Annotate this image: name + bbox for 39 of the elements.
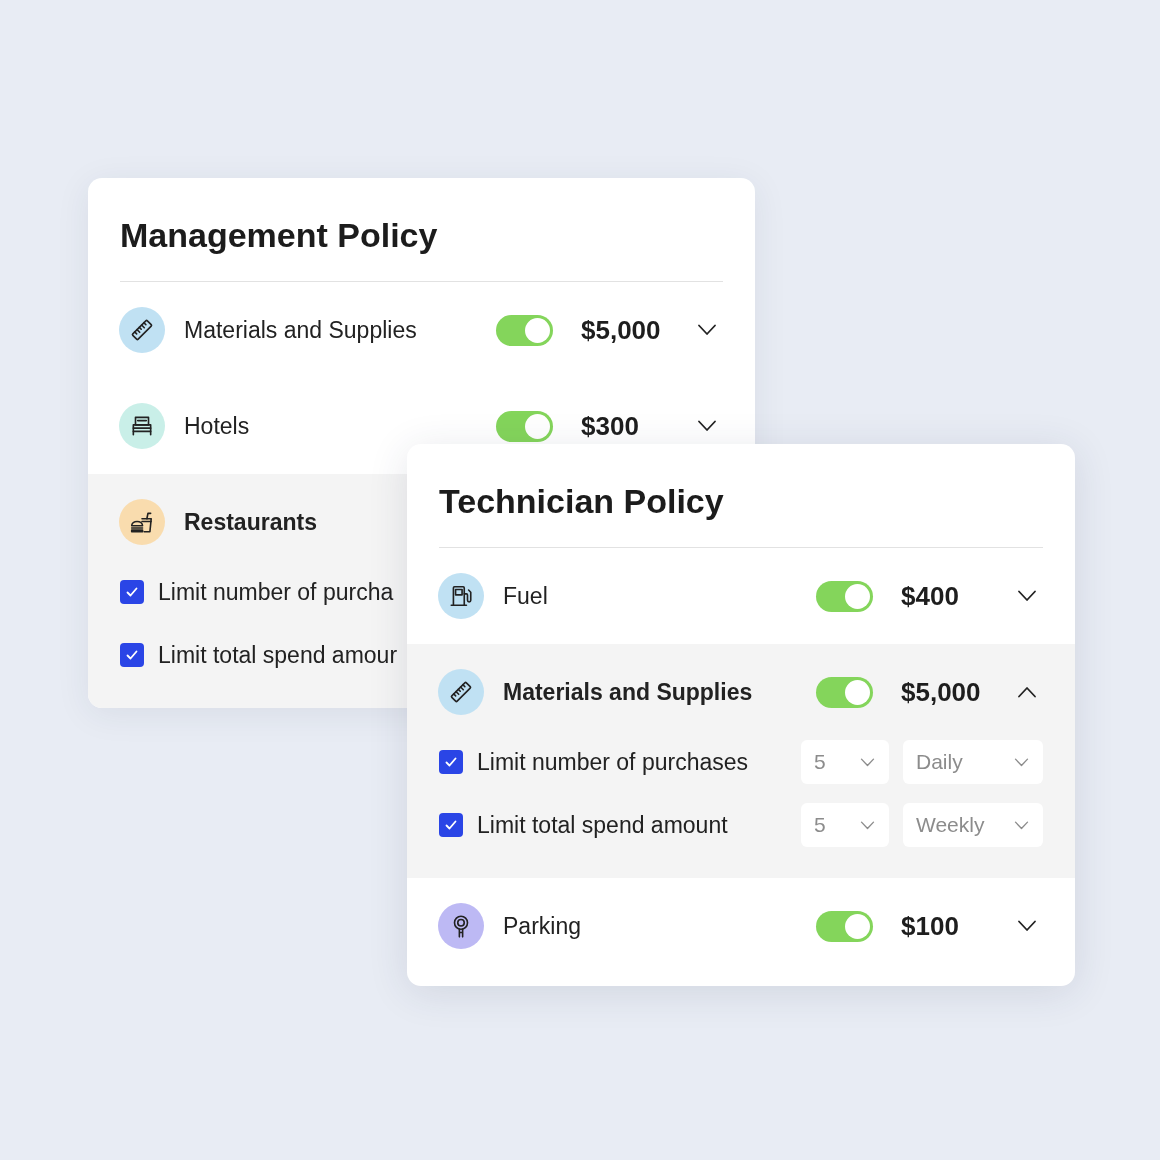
count-dropdown[interactable]: 5 <box>801 740 889 784</box>
spend-amount: $400 <box>901 583 959 609</box>
limit-label: Limit number of purcha <box>158 578 394 606</box>
chevron-down-icon[interactable] <box>1017 590 1037 602</box>
category-label: Materials and Supplies <box>503 678 753 706</box>
card-title: Management Policy <box>120 215 438 256</box>
period-dropdown[interactable]: Daily <box>903 740 1043 784</box>
toggle-switch[interactable] <box>816 910 873 942</box>
checkbox[interactable] <box>120 580 144 604</box>
limit-label: Limit total spend amour <box>158 641 398 669</box>
spend-amount: $300 <box>581 413 639 439</box>
category-label: Materials and Supplies <box>184 316 417 344</box>
checkbox[interactable] <box>439 750 463 774</box>
chevron-up-icon[interactable] <box>1017 686 1037 698</box>
period-dropdown[interactable]: Weekly <box>903 803 1043 847</box>
chevron-down-icon[interactable] <box>1017 920 1037 932</box>
card-title: Technician Policy <box>439 481 724 522</box>
category-label: Parking <box>503 912 581 940</box>
limit-label: Limit total spend amount <box>477 811 728 839</box>
category-label: Hotels <box>184 412 250 440</box>
checkbox[interactable] <box>120 643 144 667</box>
toggle-switch[interactable] <box>816 580 873 612</box>
toggle-switch[interactable] <box>816 676 873 708</box>
category-label: Restaurants <box>184 508 317 536</box>
chevron-down-icon[interactable] <box>697 420 717 432</box>
spend-amount: $5,000 <box>901 679 981 705</box>
chevron-down-icon <box>1014 820 1029 830</box>
category-label: Fuel <box>503 582 548 610</box>
chevron-down-icon <box>1014 757 1029 767</box>
spend-amount: $5,000 <box>581 317 661 343</box>
toggle-switch[interactable] <box>496 410 553 442</box>
chevron-down-icon <box>860 757 875 767</box>
limit-label: Limit number of purchases <box>477 748 748 776</box>
chevron-down-icon <box>860 820 875 830</box>
chevron-down-icon[interactable] <box>697 324 717 336</box>
spend-amount: $100 <box>901 913 959 939</box>
toggle-switch[interactable] <box>496 314 553 346</box>
count-dropdown[interactable]: 5 <box>801 803 889 847</box>
checkbox[interactable] <box>439 813 463 837</box>
